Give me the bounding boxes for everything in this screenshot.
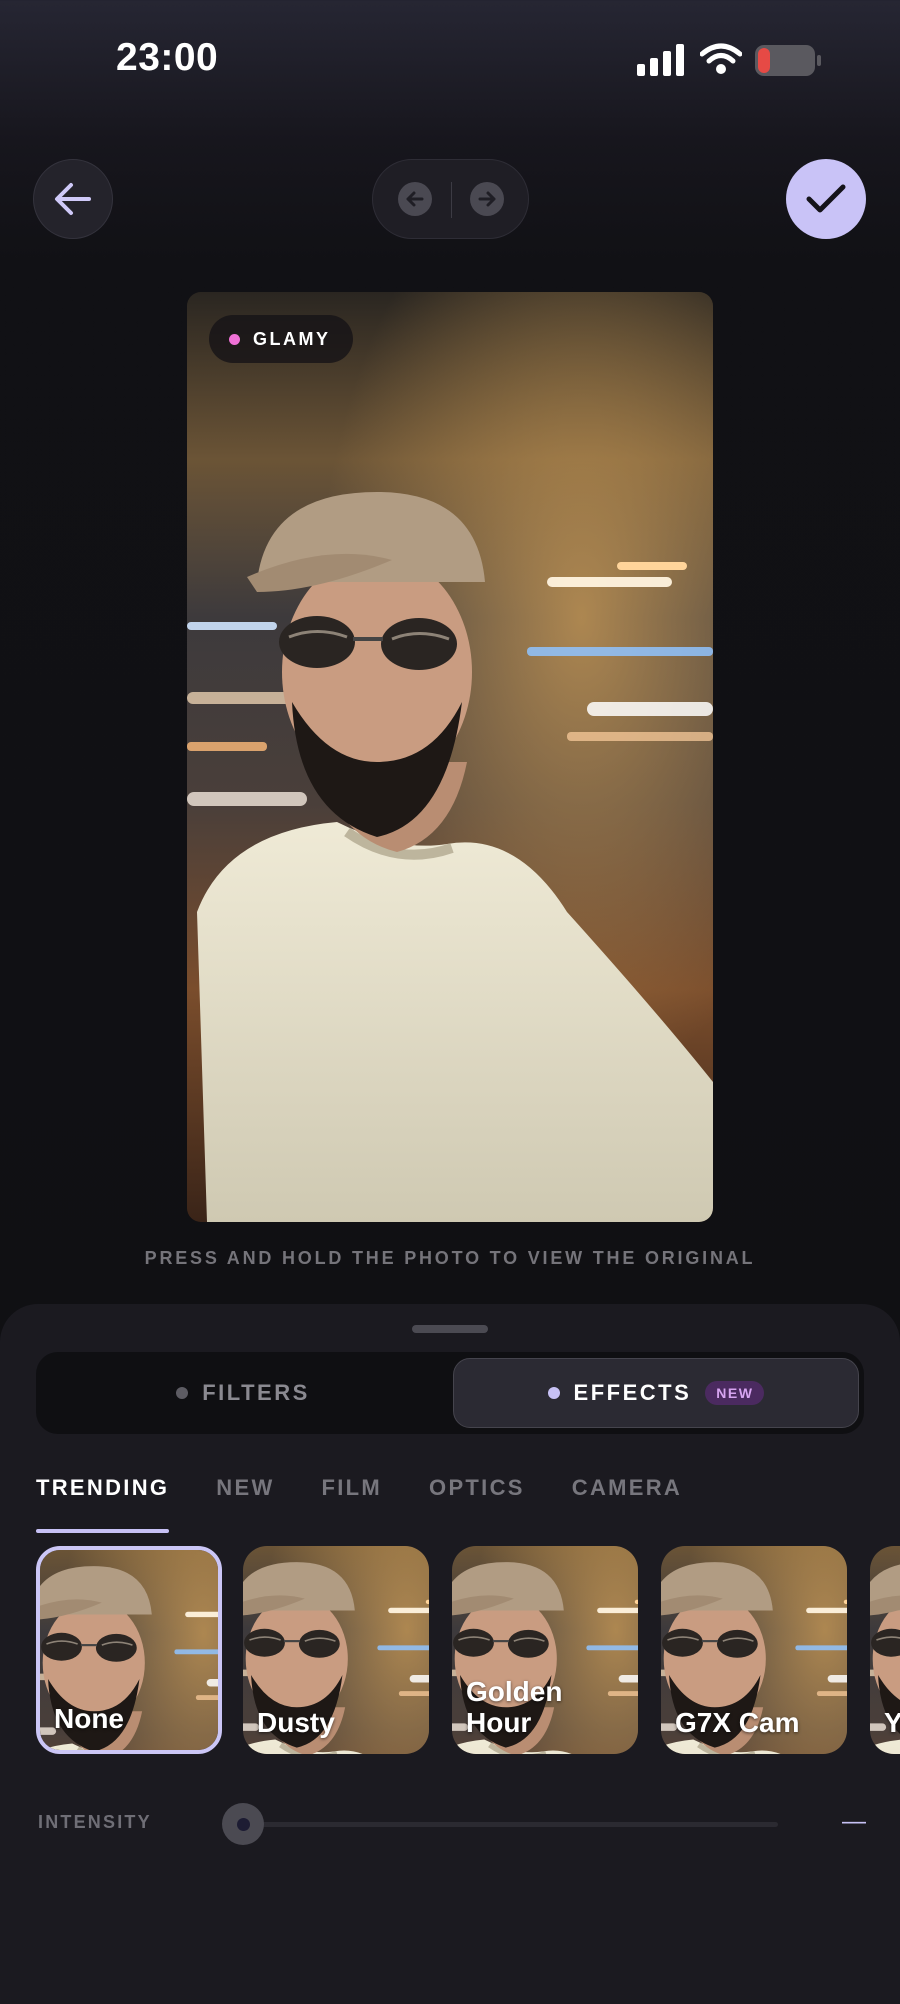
photo-preview[interactable] — [187, 292, 713, 1222]
badge-dot — [229, 333, 240, 345]
wifi-icon — [700, 43, 742, 74]
intensity-value: — — [842, 1808, 866, 1835]
effects-label: EFFECTS — [573, 1380, 692, 1405]
effects-segment[interactable]: EFFECTS NEW — [453, 1358, 859, 1428]
effect-label: None — [54, 1703, 124, 1734]
slider-handle-dot — [236, 1817, 250, 1831]
cellular-signal-icon — [637, 44, 684, 76]
portrait-photo — [187, 292, 713, 1222]
status-time: 23:00 — [116, 36, 219, 79]
checkmark-icon — [806, 184, 846, 213]
effect-badge: GLAMY — [209, 315, 353, 363]
undo-redo-control — [372, 159, 529, 239]
effect-thumb-dusty[interactable]: Dusty — [243, 1546, 429, 1754]
filters-label: FILTERS — [202, 1380, 310, 1405]
effect-thumb-partial[interactable]: Y — [870, 1546, 900, 1754]
effect-label: Y — [884, 1707, 900, 1738]
category-tabs: TRENDING NEW FILM OPTICS CAMERA — [36, 1475, 682, 1533]
arrow-left-icon — [55, 183, 91, 215]
intensity-slider-handle[interactable] — [222, 1803, 264, 1845]
effect-label: Dusty — [257, 1707, 335, 1738]
undo-button[interactable] — [398, 182, 432, 216]
tab-optics[interactable]: OPTICS — [429, 1475, 525, 1519]
back-button[interactable] — [33, 159, 113, 239]
effect-thumb-golden-hour[interactable]: Golden Hour — [452, 1546, 638, 1754]
tab-trending[interactable]: TRENDING — [36, 1475, 170, 1533]
mode-segmented-control: FILTERS EFFECTS NEW — [36, 1352, 864, 1434]
sheet-handle[interactable] — [412, 1325, 488, 1333]
intensity-label: INTENSITY — [38, 1812, 152, 1832]
filters-dot — [176, 1387, 189, 1399]
tab-film[interactable]: FILM — [322, 1475, 383, 1519]
badge-label: GLAMY — [253, 328, 331, 349]
effect-label: Golden Hour — [466, 1676, 563, 1738]
hold-hint: PRESS AND HOLD THE PHOTO TO VIEW THE ORI… — [144, 1248, 756, 1268]
effect-thumb-none[interactable]: None — [36, 1546, 222, 1754]
confirm-button[interactable] — [786, 159, 866, 239]
intensity-slider-track[interactable] — [242, 1822, 778, 1827]
effect-label: G7X Cam — [675, 1707, 800, 1738]
divider — [451, 182, 452, 218]
undo-arrow-icon — [406, 191, 424, 207]
effects-dot — [547, 1387, 560, 1399]
new-badge: NEW — [705, 1381, 765, 1405]
redo-button[interactable] — [470, 182, 504, 216]
battery-icon — [755, 45, 821, 76]
redo-arrow-icon — [478, 191, 496, 207]
tab-new[interactable]: NEW — [216, 1475, 274, 1519]
effect-thumb-g7x-cam[interactable]: G7X Cam — [661, 1546, 847, 1754]
filters-segment[interactable]: FILTERS — [36, 1352, 450, 1434]
effects-carousel: None Dusty Golden Hour G7X Cam Y — [36, 1546, 900, 1754]
tab-camera[interactable]: CAMERA — [572, 1475, 682, 1519]
